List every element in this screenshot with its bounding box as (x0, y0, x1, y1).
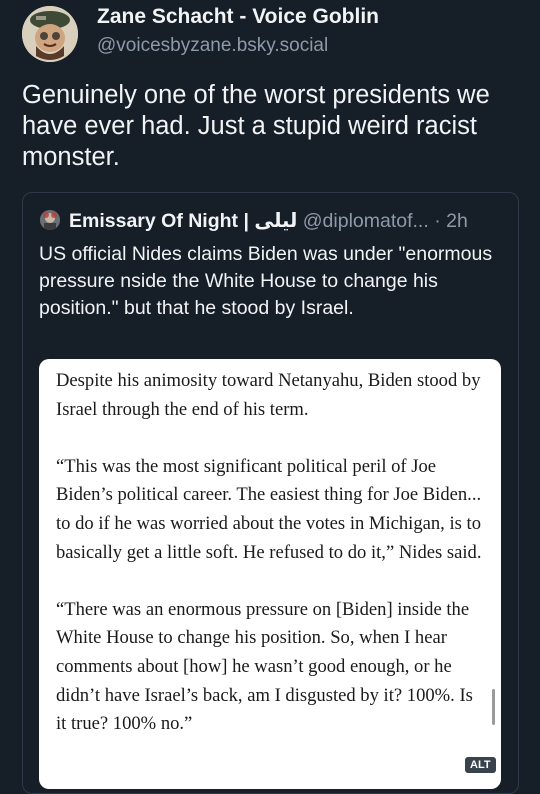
post-text: Genuinely one of the worst presidents we… (22, 81, 490, 171)
quote-header: Emissary Of Night | ليلى @diplomatof... … (69, 209, 468, 233)
quote-text: US official Nides claims Biden was under… (39, 243, 493, 319)
image-text-block: Despite his animosity toward Netanyahu, … (56, 367, 486, 767)
quote-author-name[interactable]: Emissary Of Night | ليلى (69, 210, 297, 232)
author-handle[interactable]: @voicesbyzane.bsky.social (97, 35, 328, 57)
quote-timestamp[interactable]: 2h (446, 210, 468, 232)
alt-text-badge[interactable]: ALT (465, 757, 496, 773)
quote-separator: · (434, 210, 441, 232)
image-paragraph: “There was an enormous pressure on [Bide… (56, 598, 473, 735)
author-avatar[interactable] (22, 6, 78, 62)
quote-image[interactable]: Despite his animosity toward Netanyahu, … (39, 359, 501, 789)
profile-avatar-icon (40, 210, 60, 230)
image-paragraph: “This was the most significant political… (56, 455, 482, 563)
quote-author-handle[interactable]: @diplomatof... (303, 210, 429, 232)
image-paragraph: Despite his animosity toward Netanyahu, … (56, 370, 481, 420)
image-scroll-thumb[interactable] (492, 689, 495, 725)
quote-author-avatar[interactable] (40, 210, 60, 230)
author-name[interactable]: Zane Schacht - Voice Goblin (97, 5, 379, 29)
quoted-post-card[interactable]: Emissary Of Night | ليلى @diplomatof... … (22, 192, 519, 794)
goblin-avatar-icon (22, 6, 78, 62)
